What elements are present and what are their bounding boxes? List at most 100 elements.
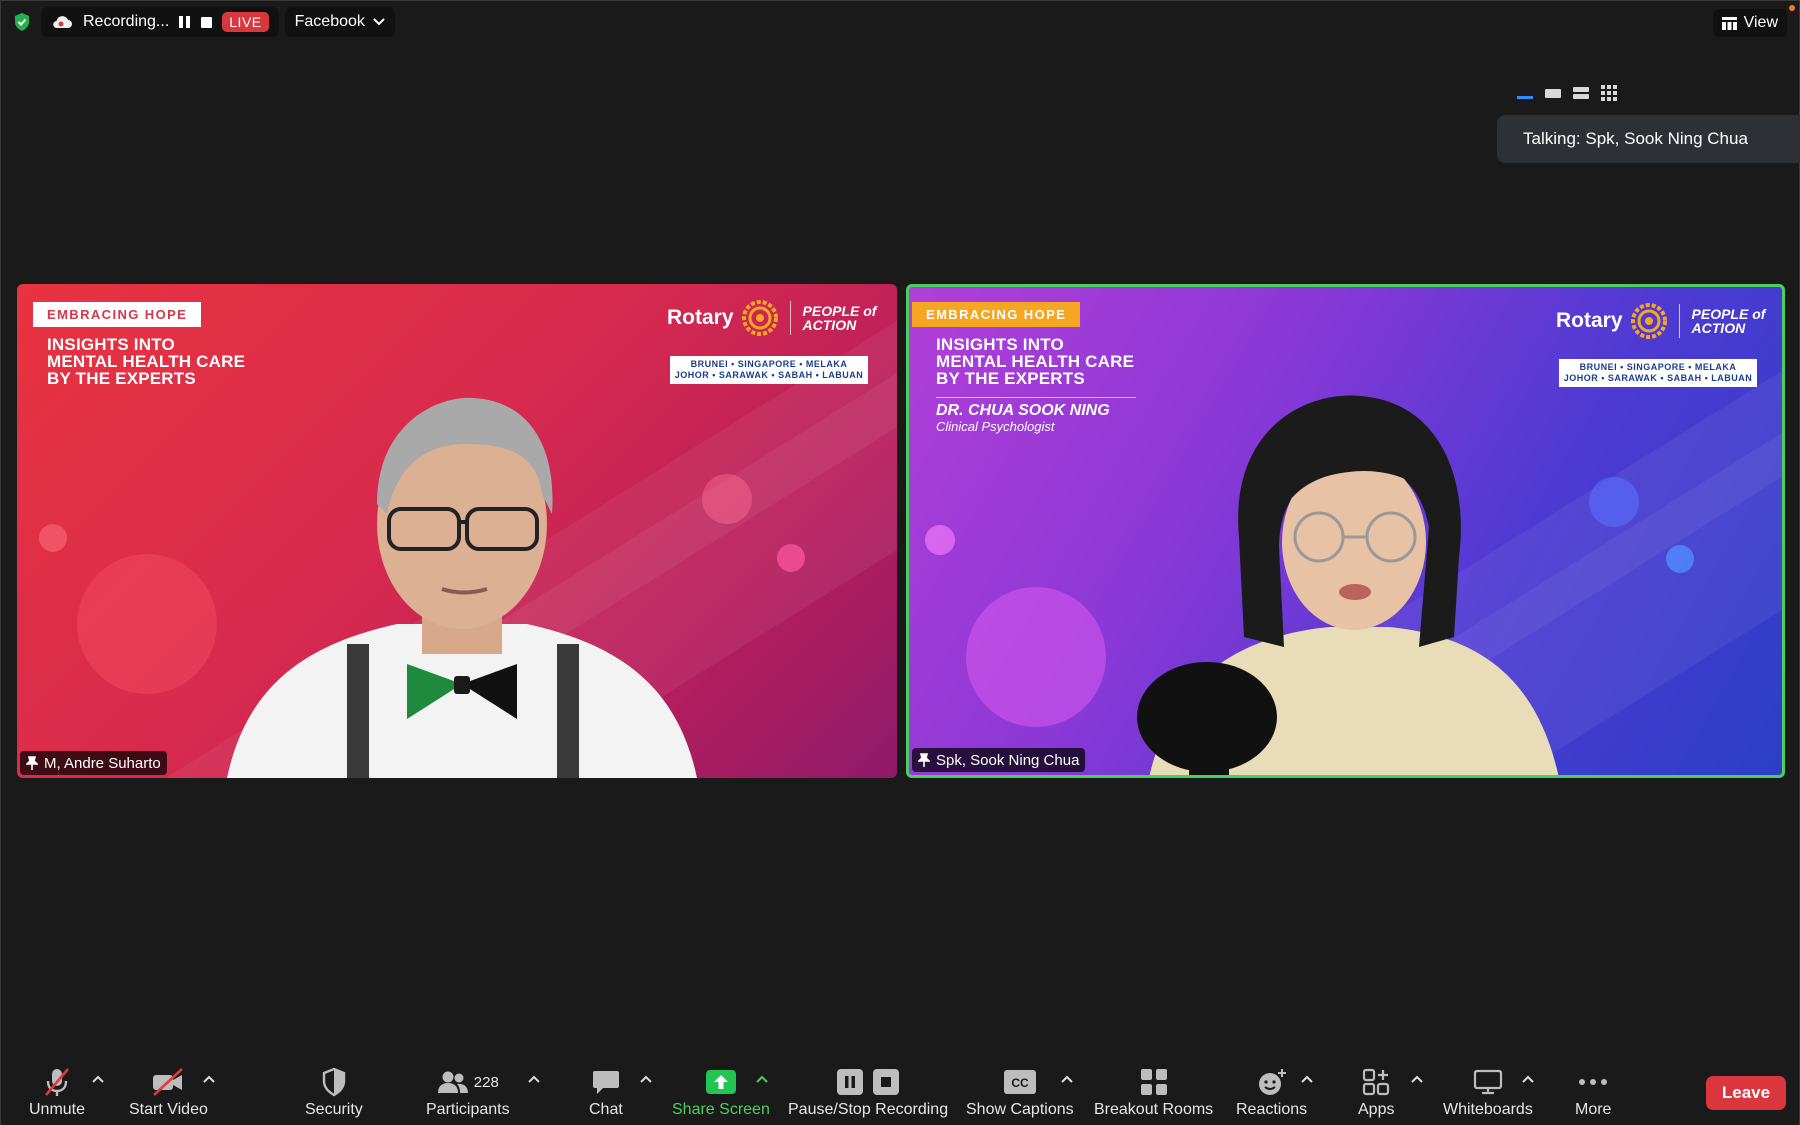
background-bubble [966,587,1106,727]
whiteboard-icon [1473,1069,1503,1095]
talking-indicator: Talking: Spk, Sook Ning Chua [1497,115,1800,163]
rotary-wheel-icon [1630,303,1667,339]
regions-banner: BRUNEI • SINGAPORE • MELAKA JOHOR • SARA… [1559,359,1757,387]
video-off-icon [153,1068,184,1096]
rotary-wheel-icon [741,300,778,336]
meeting-toolbar: Unmute Start Video Security 228 Particip… [1,1059,1799,1125]
recording-indicator[interactable]: Recording... LIVE [41,7,279,37]
layout-options [1517,85,1617,101]
layout-strip-icon[interactable] [1573,86,1589,100]
recording-label: Recording... [83,13,170,30]
view-button[interactable]: View [1712,9,1787,37]
show-captions-label: Show Captions [966,1101,1074,1118]
layout-popover: Talking: Spk, Sook Ning Chua [1497,79,1800,163]
audio-options-caret[interactable] [92,1075,104,1083]
shield-icon[interactable] [13,12,31,32]
headline-line: BY THE EXPERTS [936,369,1085,388]
reactions-label: Reactions [1236,1101,1308,1118]
headline-line: INSIGHTS INTO [936,335,1064,354]
view-label: View [1743,14,1778,31]
rotary-logo: Rotary PEOPLE of ACTION [667,300,876,336]
pause-recording-icon [837,1069,864,1095]
background-bubble [1589,477,1639,527]
participant-video-andre [227,397,697,778]
stream-target-dropdown[interactable]: Facebook [284,7,395,37]
start-video-button[interactable]: Start Video [129,1065,208,1119]
breakout-rooms-button[interactable]: Breakout Rooms [1094,1065,1213,1119]
unmute-label: Unmute [29,1101,86,1118]
grid-icon [1721,16,1737,30]
stream-target-label: Facebook [294,13,365,30]
stop-icon[interactable] [201,16,213,28]
participant-name: Spk, Sook Ning Chua [936,751,1080,769]
whiteboards-label: Whiteboards [1443,1101,1533,1118]
logo-divider [1678,304,1680,338]
participants-icon [437,1071,468,1093]
people-of-action: PEOPLE of ACTION [802,303,877,333]
chat-button[interactable]: Chat [589,1065,623,1119]
apps-label: Apps [1358,1101,1395,1118]
stop-recording-icon [873,1069,900,1095]
rotary-wordmark: Rotary [667,306,734,329]
participants-label: Participants [426,1101,510,1118]
breakout-rooms-icon [1140,1069,1167,1095]
pin-icon [26,756,38,770]
more-icon [1579,1079,1608,1085]
chevron-down-icon [373,18,385,26]
participants-count: 228 [473,1073,499,1091]
reactions-icon [1258,1069,1286,1095]
reactions-options-caret[interactable] [1301,1075,1313,1083]
participant-nametag: M, Andre Suharto [20,751,167,775]
share-options-caret[interactable] [756,1075,768,1083]
participants-options-caret[interactable] [528,1075,540,1083]
more-button[interactable]: More [1575,1065,1611,1119]
apps-icon [1363,1068,1390,1096]
unmute-button[interactable]: Unmute [29,1065,85,1119]
background-bubble [39,524,67,552]
security-button[interactable]: Security [305,1065,363,1119]
embracing-hope-tag: EMBRACING HOPE [912,302,1081,327]
notification-dot [1789,5,1795,11]
video-options-caret[interactable] [203,1075,215,1083]
chat-options-caret[interactable] [640,1075,652,1083]
share-screen-button[interactable]: Share Screen [672,1065,770,1119]
chat-label: Chat [589,1101,623,1118]
background-bubble [702,474,752,524]
participant-name: M, Andre Suharto [44,754,161,772]
apps-options-caret[interactable] [1411,1075,1423,1083]
layout-speaker-icon[interactable] [1545,86,1561,100]
participant-nametag: Spk, Sook Ning Chua [912,748,1086,772]
captions-options-caret[interactable] [1061,1075,1073,1083]
pause-stop-recording-label: Pause/Stop Recording [788,1101,949,1118]
speaker-title: DR. CHUA SOOK NING [936,397,1136,420]
layout-gallery-icon[interactable] [1601,85,1617,101]
background-bubble [777,544,805,572]
rotary-wordmark: Rotary [1556,309,1623,332]
regions-banner: BRUNEI • SINGAPORE • MELAKA JOHOR • SARA… [670,356,868,384]
show-captions-button[interactable]: CC Show Captions [966,1065,1074,1119]
zoom-meeting-window: Recording... LIVE Facebook View Talking:… [0,0,1800,1125]
breakout-rooms-label: Breakout Rooms [1094,1101,1214,1118]
share-screen-label: Share Screen [672,1101,770,1118]
apps-button[interactable]: Apps [1358,1065,1394,1119]
reactions-button[interactable]: Reactions [1236,1065,1307,1119]
svg-text:CC: CC [1011,1076,1029,1090]
participant-video-sook-ning [1137,395,1559,775]
headline-line: MENTAL HEALTH CARE [47,352,246,371]
leave-button[interactable]: Leave [1706,1076,1786,1110]
layout-minimized-icon[interactable] [1517,86,1533,100]
background-bubble [1666,545,1694,573]
cloud-icon [53,16,72,29]
whiteboards-options-caret[interactable] [1522,1075,1534,1083]
participants-button[interactable]: 228 Participants [426,1065,510,1119]
chat-icon [592,1071,619,1094]
video-tile-sook-ning-chua[interactable]: EMBRACING HOPE INSIGHTS INTO MENTAL HEAL… [906,284,1785,778]
video-tile-andre-suharto[interactable]: EMBRACING HOPE INSIGHTS INTO MENTAL HEAL… [17,284,897,778]
headline-line: INSIGHTS INTO [47,335,175,354]
logo-divider [789,301,791,335]
pause-icon[interactable] [179,16,191,28]
security-shield-icon [322,1067,346,1097]
pause-stop-recording-button[interactable]: Pause/Stop Recording [788,1065,948,1119]
mic-muted-icon [45,1068,70,1096]
whiteboards-button[interactable]: Whiteboards [1443,1065,1533,1119]
